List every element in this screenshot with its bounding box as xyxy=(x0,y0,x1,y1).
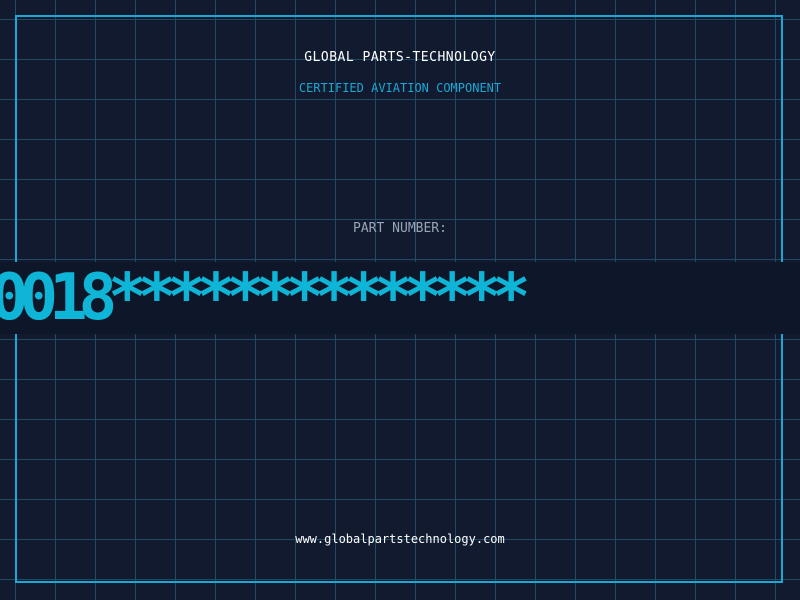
part-number-value: 0018************** xyxy=(0,261,531,335)
website-url: www.globalpartstechnology.com xyxy=(295,532,505,546)
brand-name: GLOBAL PARTS-TECHNOLOGY xyxy=(304,50,496,65)
brand-tagline: CERTIFIED AVIATION COMPONENT xyxy=(298,81,502,95)
part-number-label: PART NUMBER: xyxy=(353,221,447,236)
